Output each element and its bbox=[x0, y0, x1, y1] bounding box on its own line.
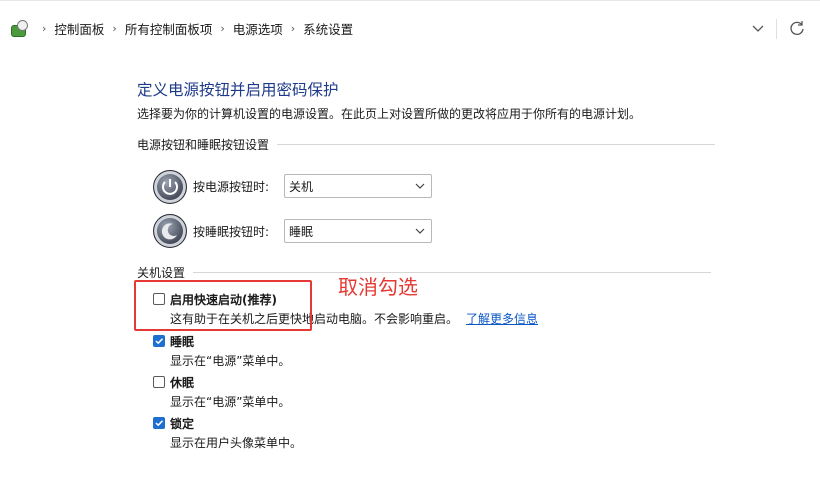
sleep-desc: 显示在“电源”菜单中。 bbox=[170, 354, 291, 368]
sleep-button-label: 按睡眠按钮时: bbox=[193, 225, 270, 239]
divider bbox=[277, 144, 716, 145]
page-title: 定义电源按钮并启用密码保护 bbox=[137, 81, 339, 99]
chevron-right-icon[interactable]: › bbox=[42, 22, 46, 35]
breadcrumb-system-settings[interactable]: 系统设置 bbox=[303, 19, 353, 38]
page-description: 选择要为你的计算机设置的电源设置。在此页上对设置所做的更改将应用于你所有的电源计… bbox=[137, 107, 642, 121]
chevron-down-icon bbox=[413, 224, 427, 238]
breadcrumb: › 控制面板 › 所有控制面板项 › 电源选项 › 系统设置 bbox=[6, 12, 746, 44]
sleep-checkbox[interactable] bbox=[153, 335, 165, 347]
sleep-button-select[interactable]: 睡眠 bbox=[284, 219, 432, 243]
hibernate-desc: 显示在“电源”菜单中。 bbox=[170, 395, 291, 409]
annotation-text: 取消勾选 bbox=[338, 275, 418, 299]
chevron-right-icon[interactable]: › bbox=[291, 22, 295, 35]
sleep-button-value: 睡眠 bbox=[289, 224, 314, 239]
power-icon bbox=[153, 170, 187, 204]
address-bar: › 控制面板 › 所有控制面板项 › 电源选项 › 系统设置 bbox=[0, 0, 820, 57]
learn-more-link[interactable]: 了解更多信息 bbox=[466, 312, 538, 326]
hibernate-label[interactable]: 休眠 bbox=[170, 374, 194, 391]
power-button-value: 关机 bbox=[289, 179, 314, 194]
lock-checkbox[interactable] bbox=[153, 417, 165, 429]
divider bbox=[193, 272, 712, 273]
lock-label[interactable]: 锁定 bbox=[170, 415, 194, 432]
section-shutdown-settings: 关机设置 bbox=[137, 264, 712, 281]
section-heading: 关机设置 bbox=[137, 266, 186, 280]
lock-desc: 显示在用户头像菜单中。 bbox=[170, 436, 303, 450]
sleep-moon-icon bbox=[153, 214, 187, 248]
power-button-label: 按电源按钮时: bbox=[193, 180, 270, 194]
hibernate-checkbox[interactable] bbox=[153, 376, 165, 388]
breadcrumb-control-panel[interactable]: 控制面板 bbox=[54, 19, 104, 38]
refresh-icon[interactable] bbox=[786, 17, 808, 39]
section-heading: 电源按钮和睡眠按钮设置 bbox=[137, 138, 270, 152]
power-button-select[interactable]: 关机 bbox=[284, 174, 432, 198]
annotation-highlight-box bbox=[134, 280, 312, 331]
chevron-right-icon[interactable]: › bbox=[112, 22, 116, 35]
main-content: 定义电源按钮并启用密码保护 选择要为你的计算机设置的电源设置。在此页上对设置所做… bbox=[0, 56, 820, 487]
chevron-down-icon[interactable] bbox=[748, 18, 768, 38]
control-panel-icon bbox=[10, 19, 28, 37]
breadcrumb-all-items[interactable]: 所有控制面板项 bbox=[125, 19, 213, 38]
section-button-settings: 电源按钮和睡眠按钮设置 bbox=[137, 136, 716, 153]
sleep-label[interactable]: 睡眠 bbox=[170, 333, 194, 350]
chevron-down-icon bbox=[413, 179, 427, 193]
chevron-right-icon[interactable]: › bbox=[220, 22, 224, 35]
breadcrumb-power-options[interactable]: 电源选项 bbox=[233, 19, 283, 38]
divider bbox=[776, 19, 777, 39]
